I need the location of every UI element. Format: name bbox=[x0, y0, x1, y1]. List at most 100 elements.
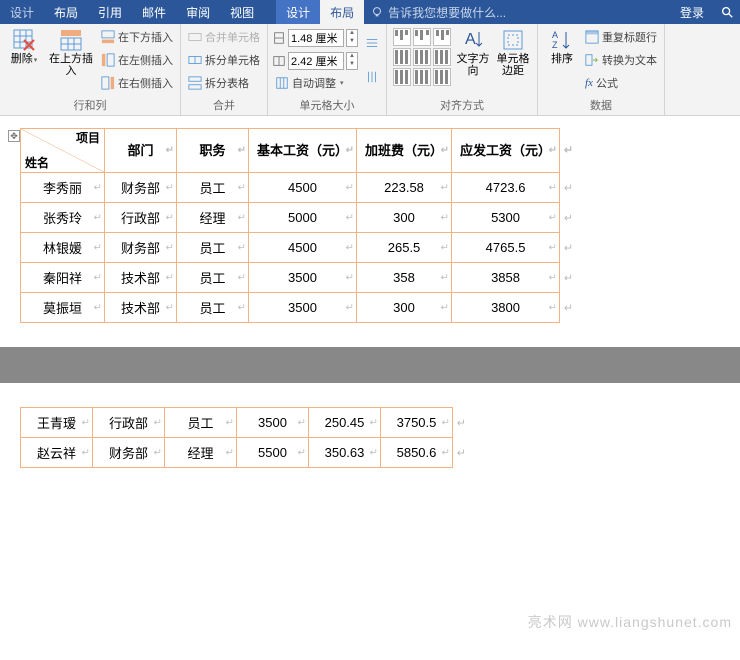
fx-icon: fx bbox=[585, 77, 593, 89]
table-cell[interactable]: 经理↵ bbox=[177, 203, 249, 233]
align-top-right[interactable] bbox=[433, 28, 451, 46]
table-cell[interactable]: 技术部↵ bbox=[105, 263, 177, 293]
table-cell[interactable]: 223.58↵ bbox=[357, 173, 452, 203]
table-cell[interactable]: 3500↵ bbox=[249, 263, 357, 293]
tab-table-design[interactable]: 设计 bbox=[276, 0, 320, 24]
table-header-row: 项目 姓名 部门↵ 职务↵ 基本工资（元）↵ 加班费（元）↵ 应发工资（元）↵↵ bbox=[21, 129, 560, 173]
header-dept[interactable]: 部门↵ bbox=[105, 129, 177, 173]
text-direction-icon: A bbox=[461, 28, 485, 52]
table-cell[interactable]: 员工↵ bbox=[177, 293, 249, 323]
table-cell[interactable]: 5850.6↵↵ bbox=[381, 438, 453, 468]
row-height-spinner[interactable]: ▲▼ bbox=[346, 29, 358, 47]
align-bot-left[interactable] bbox=[393, 68, 411, 86]
table-cell[interactable]: 3858↵↵ bbox=[452, 263, 560, 293]
formula-button[interactable]: fx公式 bbox=[582, 74, 660, 92]
table-cell[interactable]: 265.5↵ bbox=[357, 233, 452, 263]
autofit-icon bbox=[275, 76, 289, 90]
table-cell[interactable]: 300↵ bbox=[357, 293, 452, 323]
insert-left-icon bbox=[101, 53, 115, 67]
salary-table-page2[interactable]: 王青瑷↵行政部↵员工↵3500↵250.45↵3750.5↵↵ 赵云祥↵财务部↵经… bbox=[20, 407, 453, 468]
search-icon[interactable] bbox=[714, 0, 740, 24]
table-cell[interactable]: 李秀丽↵ bbox=[21, 173, 105, 203]
table-cell[interactable]: 员工↵ bbox=[177, 263, 249, 293]
tab-review[interactable]: 审阅 bbox=[176, 0, 220, 24]
diagonal-header-cell[interactable]: 项目 姓名 bbox=[21, 129, 105, 173]
document-area[interactable]: ✥ 项目 姓名 部门↵ 职务↵ 基本工资（元）↵ 加班费（元）↵ 应发工资（元）… bbox=[0, 116, 740, 660]
table-cell[interactable]: 3800↵↵ bbox=[452, 293, 560, 323]
table-cell[interactable]: 行政部↵ bbox=[93, 408, 165, 438]
split-table-button[interactable]: 拆分表格 bbox=[185, 74, 263, 92]
tab-design-doc[interactable]: 设计 bbox=[0, 0, 44, 24]
table-cell[interactable]: 5000↵ bbox=[249, 203, 357, 233]
table-cell[interactable]: 员工↵ bbox=[177, 173, 249, 203]
header-base[interactable]: 基本工资（元）↵ bbox=[249, 129, 357, 173]
align-top-center[interactable] bbox=[413, 28, 431, 46]
table-cell[interactable]: 赵云祥↵ bbox=[21, 438, 93, 468]
repeat-header-button[interactable]: 重复标题行 bbox=[582, 28, 660, 46]
table-cell[interactable]: 350.63↵ bbox=[309, 438, 381, 468]
align-mid-left[interactable] bbox=[393, 48, 411, 66]
table-cell[interactable]: 莫振垣↵ bbox=[21, 293, 105, 323]
align-mid-center[interactable] bbox=[413, 48, 431, 66]
align-mid-right[interactable] bbox=[433, 48, 451, 66]
cell-margins-button[interactable]: 单元格边距 bbox=[493, 26, 533, 94]
tab-table-layout[interactable]: 布局 bbox=[320, 0, 364, 24]
tell-me-box[interactable]: 告诉我您想要做什么... bbox=[364, 0, 670, 24]
table-cell[interactable]: 4723.6↵↵ bbox=[452, 173, 560, 203]
merge-cells-button: 合并单元格 bbox=[185, 28, 263, 46]
text-direction-button[interactable]: A 文字方向 bbox=[453, 26, 493, 94]
table-cell[interactable]: 秦阳祥↵ bbox=[21, 263, 105, 293]
col-width-spinner[interactable]: ▲▼ bbox=[346, 52, 358, 70]
tab-layout-doc[interactable]: 布局 bbox=[44, 0, 88, 24]
row-height-input[interactable] bbox=[288, 29, 344, 47]
table-cell[interactable]: 3500↵ bbox=[249, 293, 357, 323]
table-cell[interactable]: 张秀玲↵ bbox=[21, 203, 105, 233]
insert-below-button[interactable]: 在下方插入 bbox=[98, 28, 176, 46]
table-cell[interactable]: 行政部↵ bbox=[105, 203, 177, 233]
tab-mailings[interactable]: 邮件 bbox=[132, 0, 176, 24]
table-cell[interactable]: 财务部↵ bbox=[93, 438, 165, 468]
table-cell[interactable]: 林银媛↵ bbox=[21, 233, 105, 263]
insert-above-button[interactable]: 在上方插入 bbox=[44, 26, 98, 94]
header-total[interactable]: 应发工资（元）↵↵ bbox=[452, 129, 560, 173]
header-role[interactable]: 职务↵ bbox=[177, 129, 249, 173]
distribute-cols-button[interactable] bbox=[362, 69, 382, 85]
table-cell[interactable]: 技术部↵ bbox=[105, 293, 177, 323]
merge-cells-icon bbox=[188, 30, 202, 44]
sort-button[interactable]: AZ 排序 bbox=[542, 26, 582, 94]
salary-table[interactable]: 项目 姓名 部门↵ 职务↵ 基本工资（元）↵ 加班费（元）↵ 应发工资（元）↵↵… bbox=[20, 128, 560, 323]
table-cell[interactable]: 358↵ bbox=[357, 263, 452, 293]
svg-text:Z: Z bbox=[552, 40, 558, 50]
delete-button[interactable]: 删除▾ bbox=[4, 26, 44, 94]
table-cell[interactable]: 300↵ bbox=[357, 203, 452, 233]
table-cell[interactable]: 4765.5↵↵ bbox=[452, 233, 560, 263]
distribute-rows-button[interactable] bbox=[362, 35, 382, 51]
tab-references[interactable]: 引用 bbox=[88, 0, 132, 24]
table-cell[interactable]: 员工↵ bbox=[165, 408, 237, 438]
autofit-button[interactable]: 自动调整▾ bbox=[272, 74, 358, 92]
table-cell[interactable]: 3500↵ bbox=[237, 408, 309, 438]
align-bot-center[interactable] bbox=[413, 68, 431, 86]
table-cell[interactable]: 经理↵ bbox=[165, 438, 237, 468]
convert-to-text-button[interactable]: 转换为文本 bbox=[582, 51, 660, 69]
table-cell[interactable]: 4500↵ bbox=[249, 233, 357, 263]
table-cell[interactable]: 5300↵↵ bbox=[452, 203, 560, 233]
header-ot[interactable]: 加班费（元）↵ bbox=[357, 129, 452, 173]
table-cell[interactable]: 3750.5↵↵ bbox=[381, 408, 453, 438]
table-cell[interactable]: 财务部↵ bbox=[105, 233, 177, 263]
table-cell[interactable]: 4500↵ bbox=[249, 173, 357, 203]
login-link[interactable]: 登录 bbox=[670, 0, 714, 24]
align-top-left[interactable] bbox=[393, 28, 411, 46]
table-cell[interactable]: 财务部↵ bbox=[105, 173, 177, 203]
insert-right-button[interactable]: 在右侧插入 bbox=[98, 74, 176, 92]
split-cells-button[interactable]: 拆分单元格 bbox=[185, 51, 263, 69]
table-cell[interactable]: 250.45↵ bbox=[309, 408, 381, 438]
table-move-handle[interactable]: ✥ bbox=[8, 130, 20, 142]
insert-left-button[interactable]: 在左侧插入 bbox=[98, 51, 176, 69]
table-cell[interactable]: 员工↵ bbox=[177, 233, 249, 263]
table-cell[interactable]: 王青瑷↵ bbox=[21, 408, 93, 438]
align-bot-right[interactable] bbox=[433, 68, 451, 86]
tab-view[interactable]: 视图 bbox=[220, 0, 264, 24]
col-width-input[interactable] bbox=[288, 52, 344, 70]
table-cell[interactable]: 5500↵ bbox=[237, 438, 309, 468]
